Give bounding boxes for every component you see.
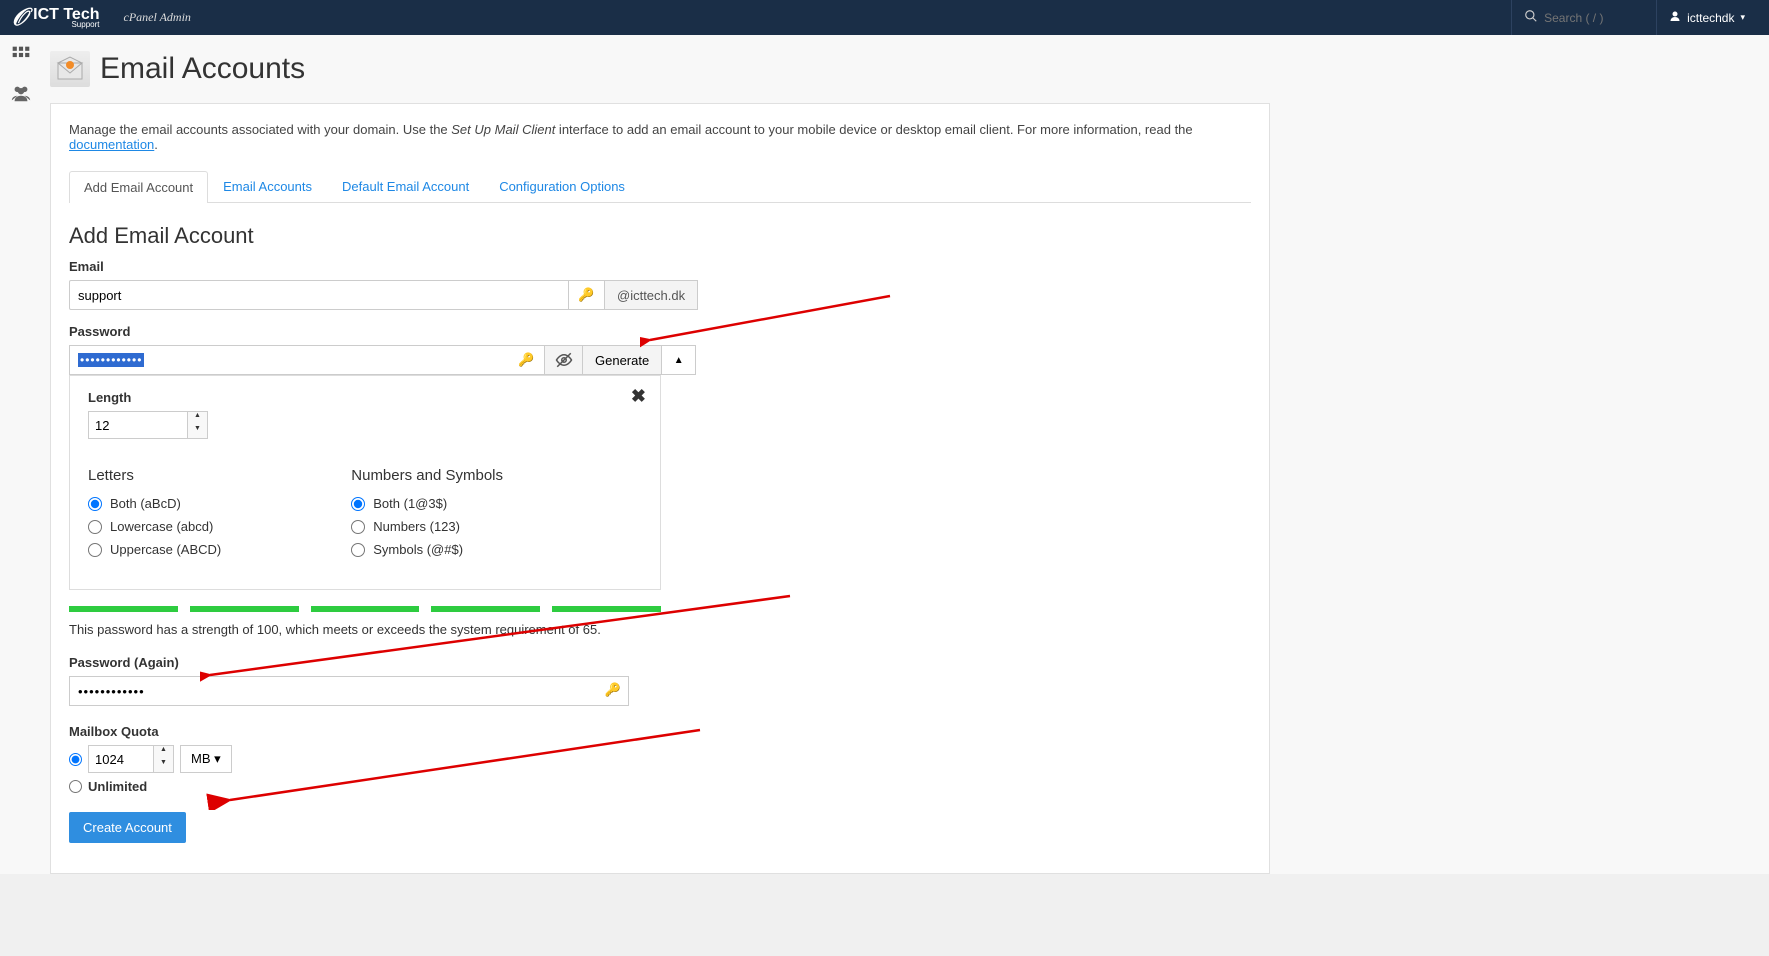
- users-icon[interactable]: [5, 81, 37, 105]
- password-strength-meter: [69, 606, 661, 612]
- generate-password-button[interactable]: Generate: [583, 345, 662, 375]
- toggle-password-visibility-button[interactable]: [545, 345, 583, 375]
- email-page-icon: [50, 51, 90, 87]
- domain-addon: @icttech.dk: [605, 280, 698, 310]
- page-description: Manage the email accounts associated wit…: [69, 122, 1251, 152]
- caret-down-icon: ▾: [1740, 12, 1745, 23]
- username-label: icttechdk: [1687, 11, 1734, 25]
- letters-upper-option[interactable]: Uppercase (ABCD): [88, 542, 221, 557]
- tab-add-email-account[interactable]: Add Email Account: [69, 171, 208, 203]
- email-input[interactable]: [69, 280, 569, 310]
- numsym-numbers-option[interactable]: Numbers (123): [351, 519, 503, 534]
- quota-unlimited-radio[interactable]: [69, 780, 82, 793]
- letters-heading: Letters: [88, 467, 221, 484]
- unlimited-label: Unlimited: [88, 779, 147, 794]
- password-input[interactable]: ••••••••••••: [69, 345, 509, 375]
- logo: 𝒪 ICT Tech Support cPanel Admin: [12, 4, 191, 32]
- generate-options-toggle[interactable]: ▲: [662, 345, 696, 375]
- documentation-link[interactable]: documentation: [69, 137, 154, 152]
- top-header: 𝒪 ICT Tech Support cPanel Admin icttechd…: [0, 0, 1769, 35]
- user-menu[interactable]: icttechdk ▾: [1656, 0, 1757, 35]
- numsym-heading: Numbers and Symbols: [351, 467, 503, 484]
- left-sidebar: [0, 35, 42, 874]
- search-input[interactable]: [1544, 11, 1644, 25]
- email-label: Email: [69, 259, 1251, 274]
- tab-email-accounts[interactable]: Email Accounts: [208, 170, 327, 202]
- tabs: Add Email Account Email Accounts Default…: [69, 170, 1251, 203]
- tab-configuration-options[interactable]: Configuration Options: [484, 170, 640, 202]
- password-again-input[interactable]: [69, 676, 629, 706]
- logo-admin-text: cPanel Admin: [124, 10, 191, 25]
- quota-input[interactable]: [88, 745, 154, 773]
- section-title: Add Email Account: [69, 223, 1251, 249]
- global-search[interactable]: [1511, 0, 1656, 35]
- numsym-both-option[interactable]: Both (1@3$): [351, 496, 503, 511]
- letters-both-option[interactable]: Both (aBcD): [88, 496, 221, 511]
- close-icon[interactable]: ✖: [631, 386, 646, 407]
- password-label: Password: [69, 324, 1251, 339]
- logo-swoosh-icon: 𝒪: [12, 4, 27, 32]
- quota-stepper[interactable]: ▲▼: [154, 745, 174, 773]
- user-icon: [1669, 10, 1681, 25]
- content-card: Manage the email accounts associated wit…: [50, 103, 1270, 874]
- password-field-icon: 🔑: [509, 345, 545, 375]
- quota-unit-dropdown[interactable]: MB ▾: [180, 745, 232, 773]
- grid-icon[interactable]: [5, 43, 37, 67]
- letters-lower-option[interactable]: Lowercase (abcd): [88, 519, 221, 534]
- password-strength-text: This password has a strength of 100, whi…: [69, 622, 1251, 637]
- length-stepper[interactable]: ▲▼: [188, 411, 208, 439]
- email-field-icon: 🔑: [569, 280, 605, 310]
- page-title: Email Accounts: [100, 52, 305, 86]
- length-input[interactable]: [88, 411, 188, 439]
- search-icon: [1524, 9, 1538, 26]
- numsym-symbols-option[interactable]: Symbols (@#$): [351, 542, 503, 557]
- create-account-button[interactable]: Create Account: [69, 812, 186, 843]
- generate-options-panel: ✖ Length ▲▼ Letters Both (aBcD) Lowercas…: [69, 375, 661, 590]
- quota-label: Mailbox Quota: [69, 724, 1251, 739]
- tab-default-email-account[interactable]: Default Email Account: [327, 170, 484, 202]
- password-again-field-icon: 🔑: [605, 682, 621, 698]
- logo-sub-text: Support: [33, 21, 99, 29]
- page-header: Email Accounts: [42, 35, 1769, 103]
- password-again-label: Password (Again): [69, 655, 1251, 670]
- length-label: Length: [88, 390, 642, 405]
- quota-fixed-radio[interactable]: [69, 753, 82, 766]
